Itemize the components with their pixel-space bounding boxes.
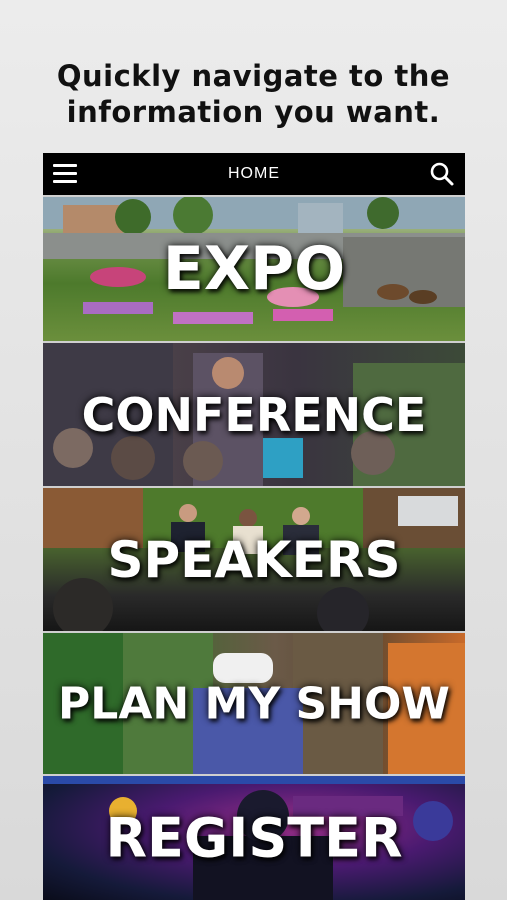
tile-label: PLAN MY SHOW bbox=[58, 678, 450, 729]
tile-label: CONFERENCE bbox=[81, 387, 427, 442]
tile-expo[interactable]: EXPO bbox=[43, 195, 465, 341]
app-screen: HOME EXPO CONFERENCE SPEAKERS PLAN MY SH… bbox=[43, 153, 465, 900]
headline-line-1: Quickly navigate to the bbox=[56, 59, 451, 93]
tile-label: REGISTER bbox=[105, 806, 403, 870]
tile-register[interactable]: REGISTER bbox=[43, 774, 465, 900]
headline-line-2: information you want. bbox=[66, 95, 441, 129]
tile-speakers[interactable]: SPEAKERS bbox=[43, 486, 465, 631]
page-title: HOME bbox=[228, 165, 280, 182]
tile-label: EXPO bbox=[162, 234, 346, 304]
top-app-bar: HOME bbox=[43, 153, 465, 195]
tile-conference[interactable]: CONFERENCE bbox=[43, 341, 465, 486]
tile-plan-my-show[interactable]: PLAN MY SHOW bbox=[43, 631, 465, 774]
headline: Quickly navigate to the information you … bbox=[0, 58, 507, 130]
search-icon[interactable] bbox=[429, 161, 455, 187]
hamburger-menu-icon[interactable] bbox=[53, 162, 79, 186]
tile-label: SPEAKERS bbox=[107, 530, 401, 589]
